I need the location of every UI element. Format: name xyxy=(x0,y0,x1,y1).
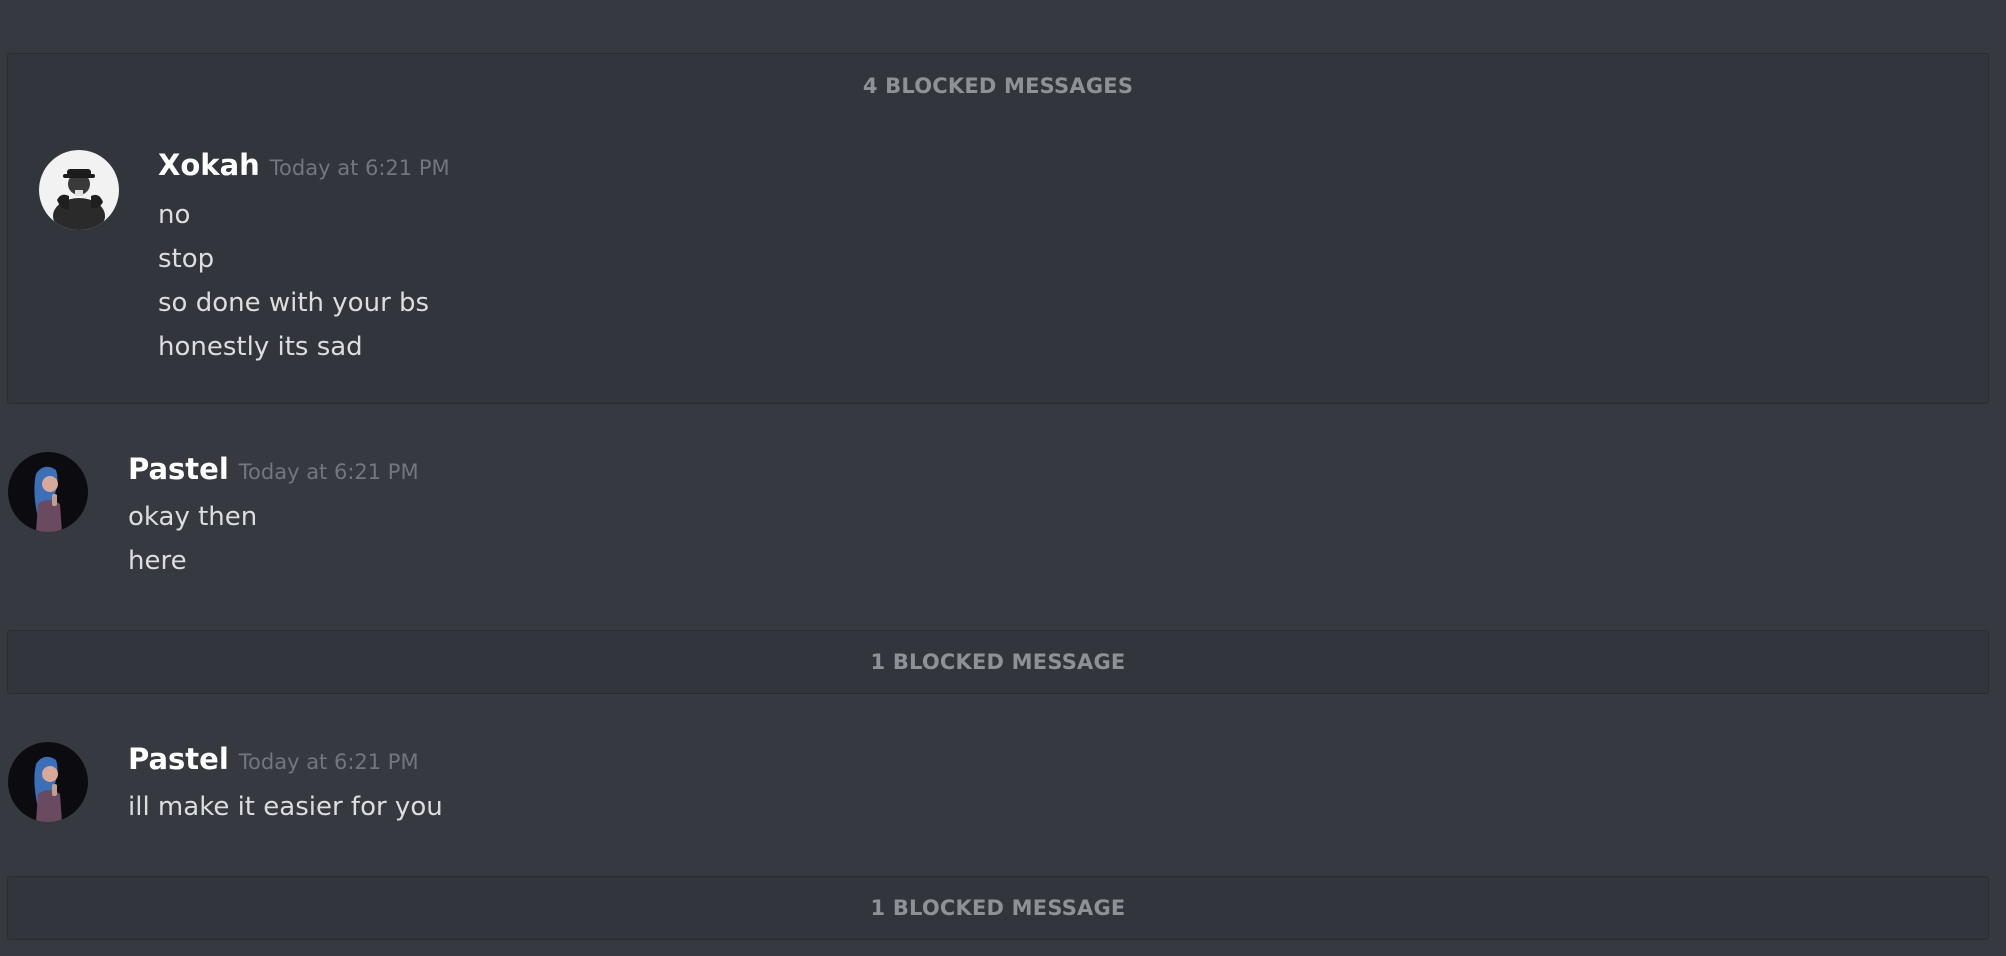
timestamp: Today at 6:21 PM xyxy=(238,460,419,484)
message-content: ill make it easier for you xyxy=(128,785,443,829)
message-line: honestly its sad xyxy=(158,332,363,362)
chat-messages: 4 BLOCKED MESSAGES Xokah Today at 6:21 PM xyxy=(0,0,2006,956)
avatar[interactable] xyxy=(8,452,88,532)
message-line: no xyxy=(158,200,191,230)
timestamp: Today at 6:21 PM xyxy=(238,750,419,774)
message-header: Pastel Today at 6:21 PM xyxy=(128,452,419,486)
blocked-messages-toggle[interactable]: 1 BLOCKED MESSAGE xyxy=(8,877,1988,939)
message-group: Pastel Today at 6:21 PM ill make it easie… xyxy=(0,730,2006,850)
blocked-messages-group: 1 BLOCKED MESSAGE xyxy=(7,876,1989,940)
user-avatar-image xyxy=(8,452,88,532)
message-header: Pastel Today at 6:21 PM xyxy=(128,742,419,776)
message-content: okay then here xyxy=(128,495,257,583)
message-line: stop xyxy=(158,244,215,274)
message-line: here xyxy=(128,546,187,576)
timestamp: Today at 6:21 PM xyxy=(269,156,450,180)
user-avatar-image xyxy=(8,742,88,822)
blocked-messages-group: 4 BLOCKED MESSAGES Xokah Today at 6:21 PM xyxy=(7,53,1989,404)
message-line: okay then xyxy=(128,502,258,532)
message-header: Xokah Today at 6:21 PM xyxy=(158,148,450,182)
message-group: Xokah Today at 6:21 PM no stop so done wi… xyxy=(8,54,1988,403)
username[interactable]: Pastel xyxy=(128,742,229,776)
blocked-messages-toggle[interactable]: 1 BLOCKED MESSAGE xyxy=(8,631,1988,693)
message-line: so done with your bs xyxy=(158,288,430,318)
avatar[interactable] xyxy=(8,742,88,822)
message-line: ill make it easier for you xyxy=(128,792,443,822)
username[interactable]: Pastel xyxy=(128,452,229,486)
avatar[interactable] xyxy=(39,150,119,230)
message-content: no stop so done with your bs honestly it… xyxy=(158,193,429,369)
username[interactable]: Xokah xyxy=(158,148,260,182)
blocked-messages-group: 1 BLOCKED MESSAGE xyxy=(7,630,1989,694)
user-avatar-image xyxy=(39,150,119,230)
message-group: Pastel Today at 6:21 PM okay then here xyxy=(0,440,2006,590)
